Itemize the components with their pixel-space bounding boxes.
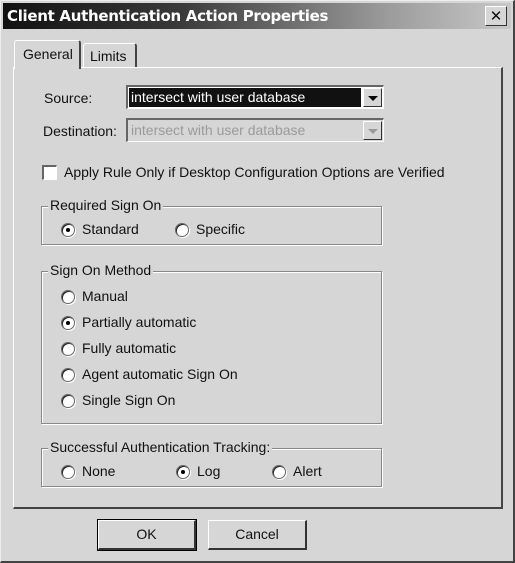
cancel-button[interactable]: Cancel [208, 520, 307, 550]
radio-button[interactable] [61, 465, 75, 479]
radio-button[interactable] [61, 290, 75, 304]
source-label: Source: [44, 90, 93, 106]
apply-rule-checkbox[interactable] [42, 165, 57, 180]
window-title: Client Authentication Action Properties [7, 7, 329, 25]
chevron-down-icon[interactable] [363, 88, 382, 107]
destination-value: intersect with user database [131, 122, 306, 138]
tab-general[interactable]: General [14, 40, 81, 69]
sign-on-method-title: Sign On Method [48, 262, 154, 278]
radio-button-checked[interactable] [176, 465, 190, 479]
source-dropdown[interactable]: intersect with user database [126, 85, 384, 109]
apply-rule-label: Apply Rule Only if Desktop Configuration… [64, 164, 445, 180]
required-sign-on-group: Required Sign On Standard Specific [41, 197, 382, 245]
sign-on-method-group: Sign On Method Manual Partially automati… [41, 262, 382, 424]
required-sign-on-title: Required Sign On [48, 197, 164, 213]
destination-label: Destination: [43, 123, 117, 139]
dialog-window: Client Authentication Action Properties … [0, 0, 515, 563]
radio-label: Alert [293, 463, 322, 479]
radio-button-checked[interactable] [61, 223, 75, 237]
chevron-down-icon [363, 121, 382, 140]
radio-label: Log [197, 463, 221, 479]
radio-button[interactable] [61, 368, 75, 382]
radio-label: Manual [82, 288, 128, 304]
radio-label: Fully automatic [82, 340, 177, 356]
radio-button-checked[interactable] [61, 316, 75, 330]
radio-label: Standard [82, 221, 139, 237]
radio-label: Single Sign On [82, 392, 176, 408]
radio-label: Partially automatic [82, 314, 197, 330]
tab-limits[interactable]: Limits [83, 43, 137, 67]
destination-dropdown: intersect with user database [126, 118, 384, 142]
close-icon: ✕ [489, 7, 503, 25]
radio-button[interactable] [61, 394, 75, 408]
general-tab-panel: Source: intersect with user database Des… [13, 67, 503, 509]
radio-label: None [82, 463, 116, 479]
close-button[interactable]: ✕ [485, 6, 507, 26]
radio-label: Agent automatic Sign On [82, 366, 238, 382]
auth-tracking-group: Successful Authentication Tracking: None… [41, 439, 382, 487]
radio-button[interactable] [61, 342, 75, 356]
tab-limits-label: Limits [90, 48, 127, 64]
ok-button[interactable]: OK [97, 519, 197, 551]
radio-button[interactable] [272, 465, 286, 479]
title-bar[interactable]: Client Authentication Action Properties … [3, 3, 511, 29]
source-value: intersect with user database [129, 88, 361, 107]
radio-label: Specific [196, 221, 246, 237]
tab-general-label: General [23, 46, 73, 62]
radio-button[interactable] [175, 223, 189, 237]
auth-tracking-title: Successful Authentication Tracking: [48, 439, 273, 455]
